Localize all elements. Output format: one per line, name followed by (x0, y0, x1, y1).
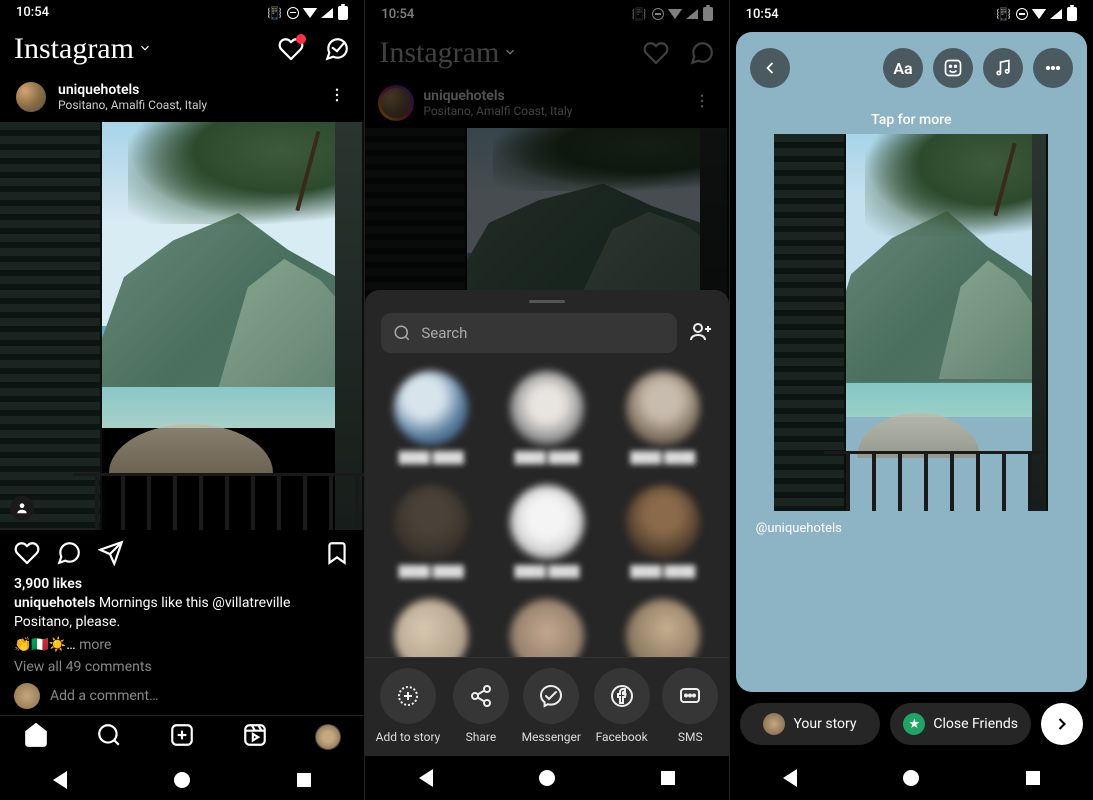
story-more-button[interactable] (1033, 48, 1073, 88)
battery-icon (338, 6, 348, 20)
share-recipient[interactable]: ████ ████ (605, 485, 721, 591)
story-reshared-post[interactable] (774, 134, 1048, 511)
view-comments-link[interactable]: View all 49 comments (0, 657, 364, 677)
close-friends-icon: ★ (903, 713, 925, 735)
app-header: Instagram (365, 28, 728, 78)
story-text-button[interactable]: Aa (883, 48, 923, 88)
story-attribution[interactable]: @uniquehotels (756, 521, 842, 536)
share-recipient[interactable] (605, 599, 721, 657)
share-sms[interactable]: SMS (662, 668, 718, 744)
share-recipient[interactable]: ████ ████ (373, 371, 489, 477)
share-button[interactable] (98, 540, 124, 570)
tagged-people-button[interactable] (10, 496, 34, 520)
your-story-button[interactable]: Your story (740, 703, 881, 745)
nav-recent-button[interactable] (297, 773, 311, 787)
add-comment-row[interactable]: Add a comment… (0, 677, 364, 715)
post-image[interactable] (0, 122, 364, 530)
nav-home-button[interactable] (539, 770, 555, 786)
tap-for-more-hint[interactable]: Tap for more (871, 112, 951, 128)
messages-button[interactable] (324, 36, 350, 62)
share-destinations: Add to story Share Messenger Facebook SM… (365, 657, 728, 756)
tab-bar (0, 715, 364, 760)
app-header: Instagram (0, 26, 364, 72)
tab-create[interactable] (169, 722, 195, 752)
story-music-button[interactable] (983, 48, 1023, 88)
share-facebook[interactable]: Facebook (594, 668, 650, 744)
nav-home-button[interactable] (903, 770, 919, 786)
status-time: 10:54 (746, 7, 779, 22)
nav-back-button[interactable] (783, 769, 797, 787)
post-more-button[interactable] (324, 82, 350, 112)
share-sheet[interactable]: Search ████ ████ ████ ████ ████ ████ ███… (365, 290, 728, 756)
self-avatar (14, 683, 40, 709)
tab-search[interactable] (96, 722, 122, 752)
share-search-input[interactable]: Search (381, 313, 676, 353)
feed-screen: 10:54 📳 Instagram uniquehotels (0, 0, 364, 800)
share-recipient[interactable]: ████ ████ (489, 485, 605, 591)
status-time: 10:54 (16, 5, 49, 20)
self-avatar (763, 713, 785, 735)
share-recipient[interactable]: ████ ████ (373, 485, 489, 591)
signal-icon (321, 8, 333, 18)
status-bar: 10:54 📳 (730, 0, 1093, 28)
status-time: 10:54 (381, 7, 414, 22)
share-add-to-story[interactable]: Add to story (376, 668, 441, 744)
create-group-button[interactable] (689, 319, 713, 347)
status-bar: 10:54 📳 (0, 0, 364, 26)
activity-button[interactable] (278, 36, 304, 62)
search-icon (393, 324, 411, 342)
story-share-bar: Your story ★ Close Friends (730, 692, 1093, 756)
share-recipients-grid: ████ ████ ████ ████ ████ ████ ████ ████ … (365, 361, 728, 657)
story-canvas[interactable]: Aa Tap for more @uniquehotels (736, 32, 1087, 692)
share-recipient[interactable] (373, 599, 489, 657)
dnd-icon (287, 7, 299, 19)
story-sticker-button[interactable] (933, 48, 973, 88)
status-bar: 10:54 📳 (365, 0, 728, 28)
story-editor-screen: 10:54 📳 Aa Tap for more @uniquehotels Yo… (729, 0, 1093, 800)
sheet-handle[interactable] (529, 300, 565, 303)
tab-home[interactable] (23, 722, 49, 752)
share-messenger[interactable]: Messenger (522, 668, 581, 744)
post-user-block[interactable]: uniquehotels Positano, Amalfi Coast, Ita… (58, 82, 314, 112)
vibrate-icon: 📳 (267, 6, 282, 20)
share-recipient[interactable]: ████ ████ (489, 371, 605, 477)
nav-back-button[interactable] (53, 771, 67, 789)
share-recipient[interactable] (489, 599, 605, 657)
caption-line2[interactable]: 👏🇮🇹☀️… more (0, 634, 364, 657)
share-sheet-screen: 10:54 📳 Instagram uniquehotelsPositano, … (364, 0, 728, 800)
post-avatar[interactable] (14, 80, 48, 114)
add-comment-placeholder: Add a comment… (50, 688, 158, 704)
like-button[interactable] (14, 540, 40, 570)
tab-reels[interactable] (242, 722, 268, 752)
post-location: Positano, Amalfi Coast, Italy (58, 98, 314, 112)
nav-home-button[interactable] (174, 772, 190, 788)
chevron-down-icon (138, 40, 152, 59)
tab-profile[interactable] (315, 724, 341, 750)
post-username: uniquehotels (58, 82, 314, 98)
post-caption[interactable]: uniquehotels Mornings like this @villatr… (0, 592, 364, 634)
close-friends-button[interactable]: ★ Close Friends (890, 703, 1031, 745)
likes-count[interactable]: 3,900 likes (0, 576, 364, 592)
story-next-button[interactable] (1041, 703, 1083, 745)
nav-recent-button[interactable] (1026, 771, 1040, 785)
logo-dropdown[interactable]: Instagram (14, 32, 152, 66)
post-actions (0, 530, 364, 576)
wifi-icon (303, 8, 317, 18)
nav-recent-button[interactable] (661, 771, 675, 785)
story-back-button[interactable] (750, 48, 790, 88)
notification-dot-icon (296, 34, 306, 44)
instagram-logo: Instagram (14, 32, 134, 66)
share-recipient[interactable]: ████ ████ (605, 371, 721, 477)
comment-button[interactable] (56, 540, 82, 570)
post-header: uniquehotels Positano, Amalfi Coast, Ita… (0, 72, 364, 122)
save-button[interactable] (324, 540, 350, 570)
nav-back-button[interactable] (419, 769, 433, 787)
story-toolbar: Aa (736, 42, 1087, 94)
status-icons: 📳 (267, 6, 348, 20)
android-nav (0, 759, 364, 800)
share-generic[interactable]: Share (453, 668, 509, 744)
more-link[interactable]: more (76, 637, 112, 653)
